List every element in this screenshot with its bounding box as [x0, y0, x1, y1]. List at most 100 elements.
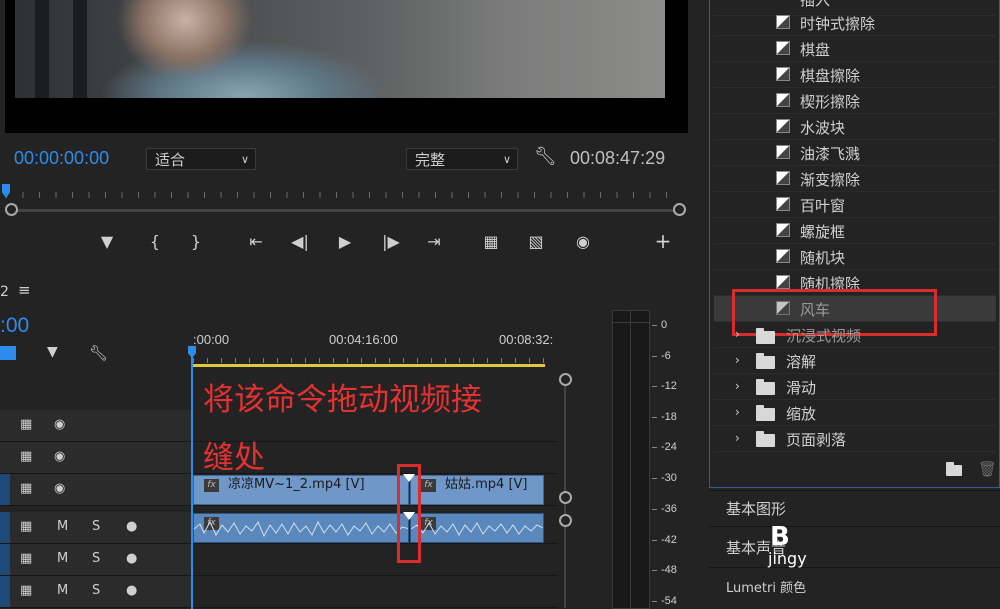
solo-button[interactable]: S	[92, 519, 100, 534]
scroll-handle-left[interactable]	[5, 203, 18, 216]
chevron-down-icon: ∨	[502, 153, 511, 166]
track-target-indicator[interactable]	[0, 544, 10, 575]
lift-icon[interactable]: ▦	[478, 232, 504, 251]
mute-button[interactable]: M	[57, 551, 68, 566]
add-marker-icon[interactable]: ▼	[94, 232, 120, 251]
mute-button[interactable]: M	[57, 583, 68, 598]
go-to-out-icon[interactable]: ⇥	[421, 232, 447, 251]
meter-tick	[652, 447, 657, 448]
panel-title[interactable]: Lumetri 颜色	[726, 577, 806, 596]
folder-icon	[756, 431, 775, 447]
timeline-playhead[interactable]	[191, 350, 193, 609]
solo-button[interactable]: S	[92, 583, 100, 598]
video-frame	[15, 0, 665, 98]
eye-icon[interactable]: ◉	[54, 449, 65, 464]
fit-dropdown[interactable]: 适合 ∨	[146, 148, 256, 170]
menu-icon[interactable]: ≡	[18, 281, 31, 299]
ruler-label: 00:04:16:00	[329, 332, 398, 347]
folder-icon	[756, 379, 775, 395]
scroll-handle[interactable]	[559, 491, 572, 504]
snap-icon[interactable]	[0, 346, 16, 360]
wrench-icon[interactable]: 🔧︎	[534, 146, 557, 167]
mark-out-icon[interactable]: }	[183, 232, 209, 251]
mark-in-icon[interactable]: {	[142, 232, 168, 251]
effect-item[interactable]	[714, 192, 996, 218]
chevron-right-icon[interactable]: ›	[735, 431, 740, 445]
add-button-icon[interactable]: +	[650, 229, 676, 253]
eye-icon[interactable]: ◉	[54, 417, 65, 432]
extract-icon[interactable]: ▧	[523, 232, 549, 251]
effect-label: 水波块	[800, 119, 846, 137]
effect-label: 插入	[800, 0, 831, 9]
panel-title[interactable]: 基本图形	[726, 498, 786, 519]
marker-icon[interactable]: ▼	[47, 344, 58, 360]
ruler-label: :00:00	[193, 332, 230, 347]
wrench-icon[interactable]: 🔧︎	[89, 344, 108, 362]
chevron-right-icon[interactable]: ›	[735, 327, 740, 341]
effect-label: 油漆飞溅	[800, 145, 861, 163]
scroll-handle-right[interactable]	[673, 203, 686, 216]
track-header: ▦ ◉	[0, 410, 192, 441]
effect-item[interactable]	[714, 36, 996, 62]
new-bin-icon[interactable]	[946, 462, 962, 476]
mute-button[interactable]: M	[57, 519, 68, 534]
step-forward-icon[interactable]: |▶	[378, 232, 404, 251]
go-to-in-icon[interactable]: ⇤	[243, 232, 269, 251]
timeline-timecode[interactable]: :00	[0, 314, 29, 338]
meter-label: -54	[661, 595, 677, 607]
microphone-icon[interactable]: ●	[126, 583, 137, 598]
meter-tick	[652, 325, 657, 326]
track-target-indicator[interactable]	[0, 512, 10, 543]
meter-tick	[652, 601, 657, 602]
transition-icon	[776, 197, 790, 211]
effect-item[interactable]	[714, 114, 996, 140]
audio-clip[interactable]: fx	[410, 513, 544, 543]
track-target-indicator[interactable]	[0, 474, 10, 505]
microphone-icon[interactable]: ●	[126, 519, 137, 534]
quality-dropdown-value: 完整	[415, 151, 446, 169]
frame-pillar	[73, 0, 87, 98]
camera-icon[interactable]: ◉	[570, 232, 596, 251]
video-clip[interactable]: fx 姑姑.mp4 [V]	[410, 475, 544, 505]
effect-label: 时钟式擦除	[800, 15, 876, 33]
film-icon[interactable]: ▦	[20, 551, 32, 566]
meter-divider	[630, 310, 631, 609]
quality-dropdown[interactable]: 完整 ∨	[406, 148, 518, 170]
sequence-tab[interactable]: 2	[0, 284, 9, 300]
track-target-indicator[interactable]	[0, 576, 10, 607]
step-back-icon[interactable]: ◀|	[287, 232, 313, 251]
scroll-handle[interactable]	[559, 373, 572, 386]
microphone-icon[interactable]: ●	[126, 551, 137, 566]
track-v2: ▦ ◉	[0, 442, 558, 474]
chevron-right-icon[interactable]: ›	[735, 353, 740, 367]
meter-tick	[652, 570, 657, 571]
chevron-right-icon[interactable]: ›	[735, 379, 740, 393]
playhead-timecode[interactable]: 00:00:00:00	[14, 148, 109, 169]
film-icon[interactable]: ▦	[20, 449, 32, 464]
monitor-zoom-scrollbar[interactable]	[10, 209, 680, 212]
transition-icon	[776, 15, 790, 29]
audio-clip[interactable]: fx	[193, 513, 409, 543]
eye-icon[interactable]: ◉	[54, 481, 65, 496]
monitor-time-ruler[interactable]	[6, 188, 681, 202]
play-icon[interactable]: ▶	[332, 232, 358, 251]
film-icon[interactable]: ▦	[20, 583, 32, 598]
trash-icon[interactable]: 🗑︎	[978, 460, 997, 478]
video-clip[interactable]: fx 凉凉MV~1_2.mp4 [V]	[193, 475, 409, 505]
film-icon[interactable]: ▦	[20, 481, 32, 496]
effect-item[interactable]	[714, 218, 996, 244]
effect-item[interactable]	[714, 244, 996, 270]
chevron-right-icon[interactable]: ›	[735, 405, 740, 419]
meter-label: -30	[661, 472, 677, 484]
solo-button[interactable]: S	[92, 551, 100, 566]
work-area-bar[interactable]	[193, 364, 545, 367]
film-icon[interactable]: ▦	[20, 417, 32, 432]
track-header: ▦ M S ●	[0, 544, 192, 575]
film-icon[interactable]: ▦	[20, 519, 32, 534]
annotation-text: 缝处	[203, 440, 265, 476]
scroll-handle[interactable]	[559, 514, 572, 527]
highlight-box	[397, 464, 421, 563]
meter-label: -42	[661, 534, 677, 546]
timeline-ruler[interactable]	[193, 352, 545, 364]
meter-tick	[652, 540, 657, 541]
